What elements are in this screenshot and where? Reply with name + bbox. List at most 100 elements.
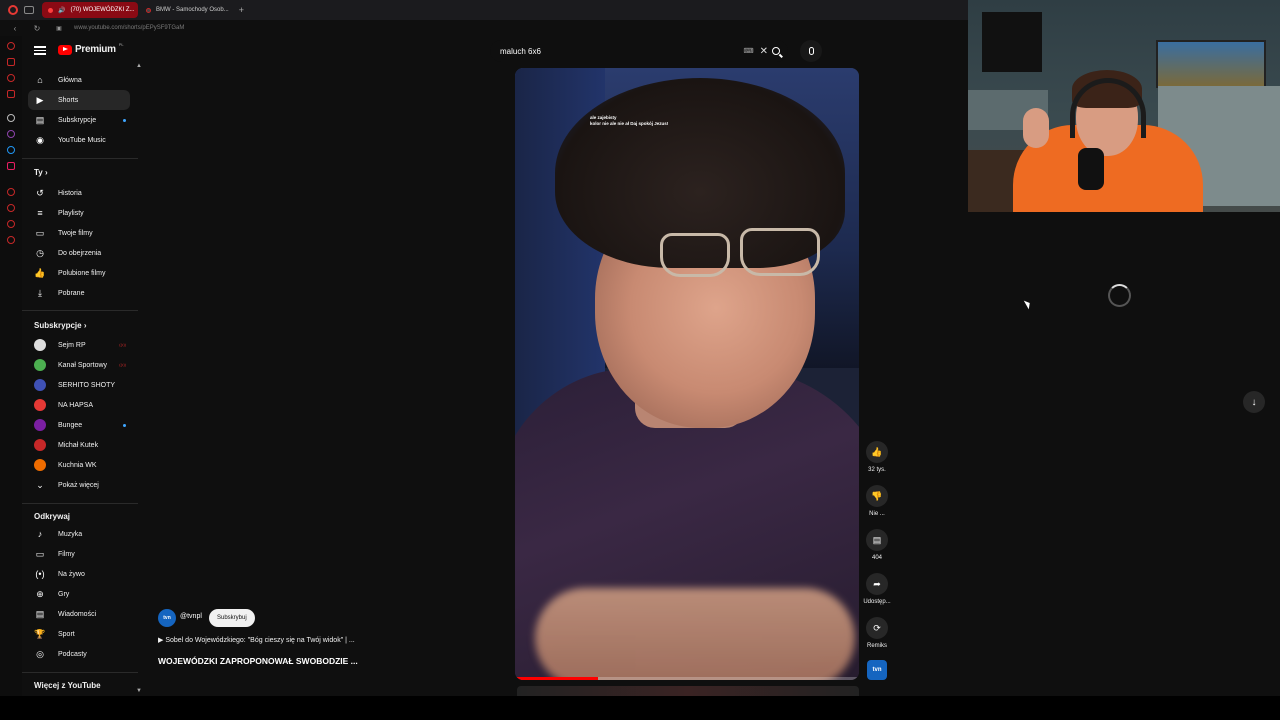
sidebar-app-icon[interactable] xyxy=(7,130,15,138)
instagram-icon[interactable] xyxy=(7,162,15,170)
related-video-link[interactable]: ▶ Sobel do Wojewódzkiego: "Bóg cieszy si… xyxy=(158,636,355,644)
sidebar-item-playlists[interactable]: ≡ Playlisty xyxy=(28,203,130,223)
sidebar-item-your-videos[interactable]: ▭ Twoje filmy xyxy=(28,223,130,243)
sidebar-app-icon[interactable] xyxy=(7,42,15,50)
youtube-play-icon xyxy=(58,44,72,55)
subscribe-button[interactable]: Subskrybuj xyxy=(209,609,255,627)
sidebar-channel-sejm-rp[interactable]: Sejm RP ((•)) xyxy=(28,335,130,355)
new-tab-button[interactable]: + xyxy=(239,5,244,15)
sidebar-item-liked-videos[interactable]: 👍 Polubione filmy xyxy=(28,263,130,283)
dislike-label: Nie ... xyxy=(869,511,885,517)
chat-overlay-line: kolor nie ale nie ał Daj spokój Jezus! xyxy=(590,121,669,126)
sidebar-app-icon[interactable] xyxy=(7,74,15,82)
sidebar-item-home[interactable]: ⌂ Główna xyxy=(28,70,130,90)
sidebar-item-label: Michał Kutek xyxy=(58,441,99,449)
tab-overview-icon[interactable] xyxy=(24,6,34,14)
sidebar-item-label: Playlisty xyxy=(58,209,84,217)
webcam-streamer-hand xyxy=(1023,108,1049,148)
sidebar-app-icon[interactable] xyxy=(7,188,15,196)
sidebar-item-watch-later[interactable]: ◷ Do obejrzenia xyxy=(28,243,130,263)
channel-avatar[interactable]: tvn xyxy=(158,609,176,627)
sidebar-item-downloads[interactable]: ⤓ Pobrane xyxy=(28,283,130,303)
bottom-bar xyxy=(0,696,1280,720)
search-input[interactable]: maluch 6x6 xyxy=(500,47,744,56)
sidebar-item-label: Historia xyxy=(58,189,82,197)
sidebar-scroll-up-icon[interactable]: ▲ xyxy=(136,63,142,69)
sidebar-item-podcasts[interactable]: ◎ Podcasty xyxy=(28,644,130,664)
sidebar-item-shorts[interactable]: ▶ Shorts xyxy=(28,90,130,110)
comments-button[interactable]: ▤ xyxy=(866,529,888,551)
sidebar-item-label: NA HAPSA xyxy=(58,401,94,409)
tab-bmw[interactable]: BMW - Samochody Osob... xyxy=(140,2,235,18)
sidebar-item-label: Shorts xyxy=(58,96,79,104)
back-icon[interactable]: ‹ xyxy=(8,24,22,33)
sidebar-app-icon[interactable] xyxy=(7,58,15,66)
like-button[interactable]: 👍 xyxy=(866,441,888,463)
sidebar-item-youtube-music[interactable]: ◉ YouTube Music xyxy=(28,130,130,150)
logo-text: Premium xyxy=(75,44,116,55)
sidebar-item-music[interactable]: ♪ Muzyka xyxy=(28,524,130,544)
reload-icon[interactable]: ↻ xyxy=(30,24,44,33)
settings-icon[interactable] xyxy=(7,236,15,244)
subscriptions-heading[interactable]: Subskrypcje › xyxy=(34,321,86,330)
your-videos-icon: ▭ xyxy=(35,227,45,238)
video-progress-bar[interactable] xyxy=(515,677,859,680)
sidebar-item-history[interactable]: ↺ Historia xyxy=(28,183,130,203)
remix-button[interactable]: ⟳ xyxy=(866,617,888,639)
youtube-premium-logo[interactable]: Premium PL xyxy=(58,42,124,55)
sidebar-app-icon[interactable] xyxy=(7,90,15,98)
sidebar-item-label: Sport xyxy=(58,630,75,638)
shorts-video-player[interactable]: ale zajebisty kolor nie ale nie ał Daj s… xyxy=(515,68,859,680)
like-icon: 👍 xyxy=(34,267,46,278)
sidebar-channel-kuchnia-wk[interactable]: Kuchnia WK xyxy=(28,455,130,475)
chevron-right-icon: › xyxy=(83,321,87,330)
tab-youtube-short[interactable]: 🔊 (70) WOJEWÓDZKI Z... xyxy=(42,2,138,18)
microphone-icon xyxy=(808,47,814,55)
opera-logo-icon[interactable] xyxy=(8,5,18,15)
keyboard-icon[interactable]: ⌨ xyxy=(744,47,754,55)
speaker-icon[interactable]: 🔊 xyxy=(58,7,65,14)
sidebar-app-icon[interactable] xyxy=(7,220,15,228)
sidebar-channel-bungee[interactable]: Bungee xyxy=(28,415,130,435)
channel-handle[interactable]: @tvnpl xyxy=(180,613,202,620)
sidebar-app-icon[interactable] xyxy=(7,204,15,212)
tab-label: BMW - Samochody Osob... xyxy=(156,7,229,13)
you-heading[interactable]: Ty › xyxy=(34,168,48,177)
sidebar-item-sport[interactable]: 🏆 Sport xyxy=(28,624,130,644)
avatar xyxy=(34,459,46,471)
dislike-button[interactable]: 👎 xyxy=(866,485,888,507)
sidebar-item-films[interactable]: ▭ Filmy xyxy=(28,544,130,564)
site-info-icon[interactable]: ▣ xyxy=(52,25,66,32)
messenger-icon[interactable] xyxy=(7,146,15,154)
share-button[interactable]: ➦ xyxy=(866,573,888,595)
sidebar-scroll-down-icon[interactable]: ▼ xyxy=(136,688,142,694)
url-field[interactable]: www.youtube.com/shorts/pEPySF9TGaM xyxy=(74,25,184,31)
sidebar-channel-na-hapsa[interactable]: NA HAPSA xyxy=(28,395,130,415)
webcam-microphone xyxy=(1078,148,1104,190)
search-button[interactable] xyxy=(766,42,786,60)
sidebar-item-subscriptions[interactable]: ▤ Subskrypcje xyxy=(28,110,130,130)
sidebar-item-label: Twoje filmy xyxy=(58,229,93,237)
sidebar-item-live[interactable]: (•) Na żywo xyxy=(28,564,130,584)
search-box[interactable]: maluch 6x6 ⌨ ✕ xyxy=(490,40,788,62)
share-icon: ➦ xyxy=(873,578,881,589)
sidebar-item-label: Bungee xyxy=(58,421,83,429)
next-short-preview[interactable] xyxy=(517,686,859,696)
show-more-button[interactable]: ⌄ Pokaż więcej xyxy=(28,475,130,495)
sidebar-item-games[interactable]: ⊕ Gry xyxy=(28,584,130,604)
voice-search-button[interactable] xyxy=(800,40,822,62)
next-video-button[interactable]: ↓ xyxy=(1243,391,1265,413)
avatar xyxy=(34,399,46,411)
sidebar-channel-serhito-shoty[interactable]: SERHITO SHOTY xyxy=(28,375,130,395)
video-person-glasses xyxy=(660,233,730,277)
sidebar-channel-kanal-sportowy[interactable]: Kanał Sportowy ((•)) xyxy=(28,355,130,375)
hamburger-menu-icon[interactable] xyxy=(34,44,46,56)
sidebar-item-news[interactable]: ▤ Wiadomości xyxy=(28,604,130,624)
sidebar-item-label: Kanał Sportowy xyxy=(58,361,108,369)
sidebar-app-icon[interactable] xyxy=(7,114,15,122)
browser-tab-bar: 🔊 (70) WOJEWÓDZKI Z... BMW - Samochody O… xyxy=(0,0,968,20)
video-title[interactable]: WOJEWÓDZKI ZAPROPONOWAŁ SWOBODZIE ... xyxy=(158,656,358,666)
sidebar-channel-michal-kutek[interactable]: Michał Kutek xyxy=(28,435,130,455)
channel-thumbnail[interactable]: tvn xyxy=(867,660,887,680)
sidebar-item-label: Wiadomości xyxy=(58,610,97,618)
